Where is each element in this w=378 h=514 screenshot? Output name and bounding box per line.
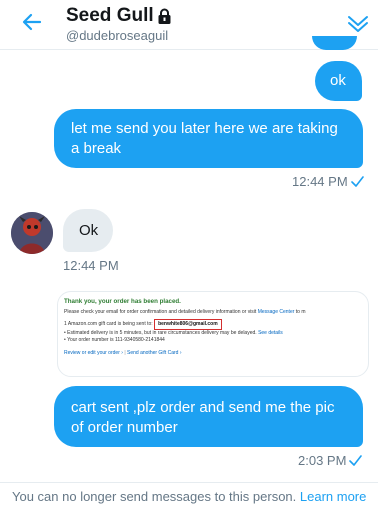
send-gift-card-link: Send another Gift Card › xyxy=(127,350,182,356)
receipt-heading: Thank you, your order has been placed. xyxy=(64,298,181,305)
message-time: 12:44 PM xyxy=(292,174,348,189)
order-receipt: Thank you, your order has been placed. P… xyxy=(64,298,364,372)
blocked-notice: You can no longer send messages to this … xyxy=(12,489,297,504)
receipt-text: to m xyxy=(295,309,306,315)
receipt-text: 1 Amazon.com gift card is being sent to: xyxy=(64,321,153,327)
message-text: ok xyxy=(330,72,346,89)
conversation-footer: You can no longer send messages to this … xyxy=(0,482,378,514)
contact-handle: @dudebroseaguil xyxy=(66,28,169,43)
message-meta: 12:44 PM xyxy=(63,258,119,273)
recipient-email: benwhite806@gmail.com xyxy=(154,319,222,330)
learn-more-link[interactable]: Learn more xyxy=(300,489,366,504)
receipt-text: Estimated delivery is in 5 minutes, but … xyxy=(67,330,257,336)
image-attachment[interactable]: Thank you, your order has been placed. P… xyxy=(57,291,369,377)
receipt-footer: Review or edit your order › | Send anoth… xyxy=(64,350,364,357)
message-text: cart sent ,plz order and send me the pic… xyxy=(71,399,335,436)
avatar-image xyxy=(11,212,53,254)
message-text: Ok xyxy=(79,222,99,239)
message-bubble-ok: ok xyxy=(315,61,362,101)
order-number: Your order number is 111-9340580-2141844 xyxy=(67,337,165,343)
header-title-block: Seed Gull @dudebroseaguil xyxy=(66,5,172,43)
check-icon xyxy=(350,176,364,187)
message-time: 12:44 PM xyxy=(63,258,119,273)
review-order-link: Review or edit your order › xyxy=(64,350,123,356)
contact-name: Seed Gull xyxy=(66,5,154,26)
back-arrow-icon[interactable] xyxy=(20,10,44,34)
message-bubble-partial xyxy=(312,36,357,50)
message-center-link: Message Center xyxy=(257,309,295,315)
message-time: 2:03 PM xyxy=(298,453,347,468)
check-icon xyxy=(349,455,363,466)
message-meta: 2:03 PM xyxy=(298,453,363,468)
message-bubble-cart: cart sent ,plz order and send me the pic… xyxy=(54,386,363,447)
message-meta: 12:44 PM xyxy=(292,174,364,189)
receipt-line: Please check your email for order confir… xyxy=(64,309,364,316)
receipt-text: Please check your email for order confir… xyxy=(64,309,257,315)
message-bubble-later: let me send you later here we are taking… xyxy=(54,109,363,168)
lock-icon xyxy=(158,8,171,24)
receipt-line: • Your order number is 111-9340580-21418… xyxy=(64,337,165,343)
receipt-line: 1 Amazon.com gift card is being sent to:… xyxy=(64,319,364,330)
chevron-down-icon[interactable] xyxy=(346,11,370,35)
conversation-title[interactable]: Seed Gull xyxy=(66,5,172,27)
see-details-link: See details xyxy=(258,330,283,336)
receipt-line: • Estimated delivery is in 5 minutes, bu… xyxy=(64,330,283,336)
message-text: let me send you later here we are taking… xyxy=(71,120,338,157)
message-bubble-reply: Ok xyxy=(63,209,113,252)
avatar[interactable] xyxy=(11,212,53,254)
